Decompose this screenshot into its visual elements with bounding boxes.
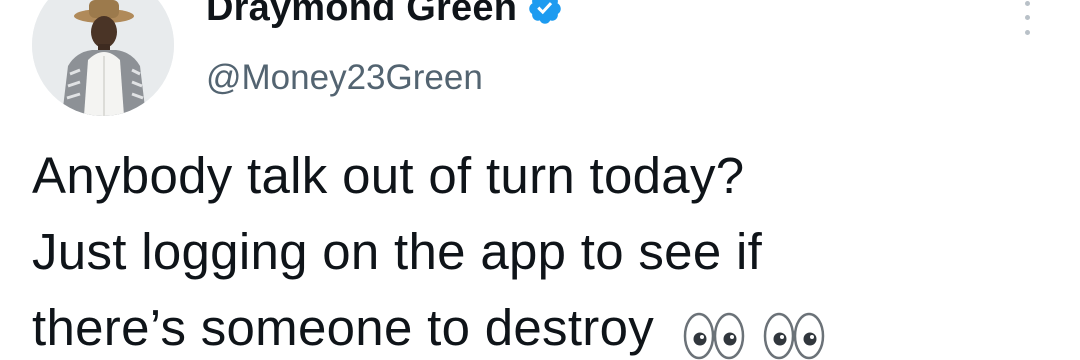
avatar-photo-icon bbox=[32, 0, 174, 116]
display-name[interactable]: Draymond Green bbox=[206, 0, 517, 30]
tweet-line-2: Just logging on the app to see if bbox=[32, 223, 763, 280]
more-vertical-icon-dot bbox=[1024, 15, 1030, 21]
author-name-row: Draymond Green bbox=[206, 0, 563, 34]
author-handle[interactable]: @Money23Green bbox=[206, 58, 483, 98]
eyes-emoji-icon bbox=[682, 308, 746, 360]
tweet-text: Anybody talk out of turn today? Just log… bbox=[32, 138, 1042, 360]
eyes-emoji-icon bbox=[762, 308, 826, 360]
avatar[interactable] bbox=[32, 0, 174, 116]
verified-badge-icon bbox=[527, 0, 563, 26]
emoji-group bbox=[682, 294, 842, 360]
more-vertical-icon bbox=[1024, 0, 1030, 6]
tweet-card: Draymond Green @Money23Green Anybody tal… bbox=[0, 0, 1080, 360]
tweet-line-1: Anybody talk out of turn today? bbox=[32, 147, 745, 204]
tweet-line-3-wrap: there’s someone to destroy bbox=[32, 290, 1042, 360]
more-vertical-icon-dot bbox=[1024, 30, 1030, 36]
more-options-button[interactable] bbox=[1014, 0, 1040, 40]
tweet-line-3: there’s someone to destroy bbox=[32, 299, 655, 356]
